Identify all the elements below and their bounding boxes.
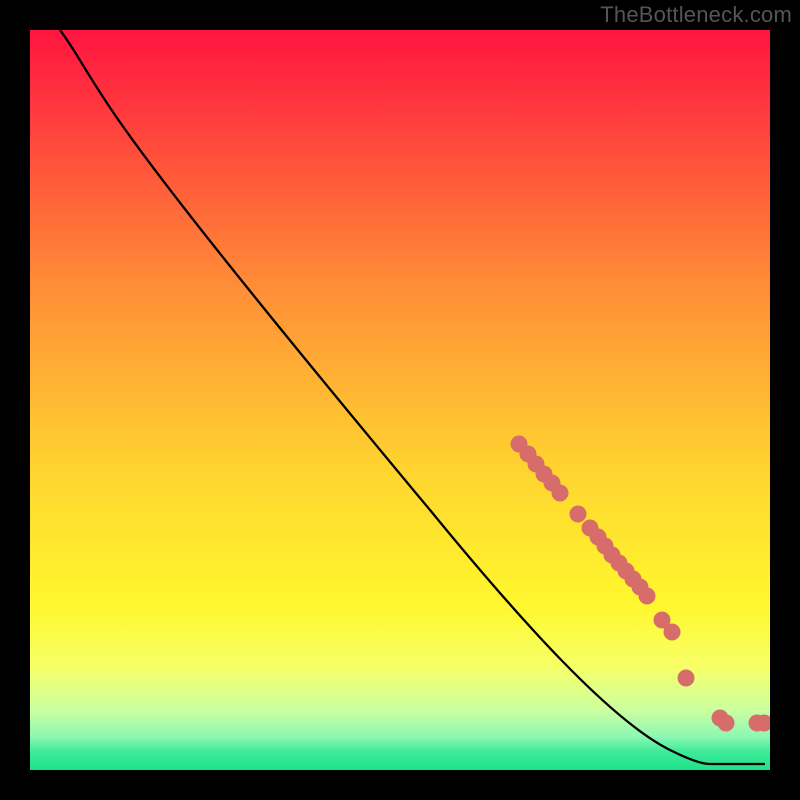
chart-frame: TheBottleneck.com (0, 0, 800, 800)
marker-group (511, 436, 771, 732)
data-marker (718, 715, 735, 732)
data-marker (570, 506, 587, 523)
data-marker (664, 624, 681, 641)
plot-area (30, 30, 770, 770)
data-marker (639, 588, 656, 605)
data-marker (678, 670, 695, 687)
data-marker (552, 485, 569, 502)
watermark-text: TheBottleneck.com (600, 2, 792, 28)
bottleneck-curve (60, 30, 765, 764)
plot-svg (30, 30, 770, 770)
